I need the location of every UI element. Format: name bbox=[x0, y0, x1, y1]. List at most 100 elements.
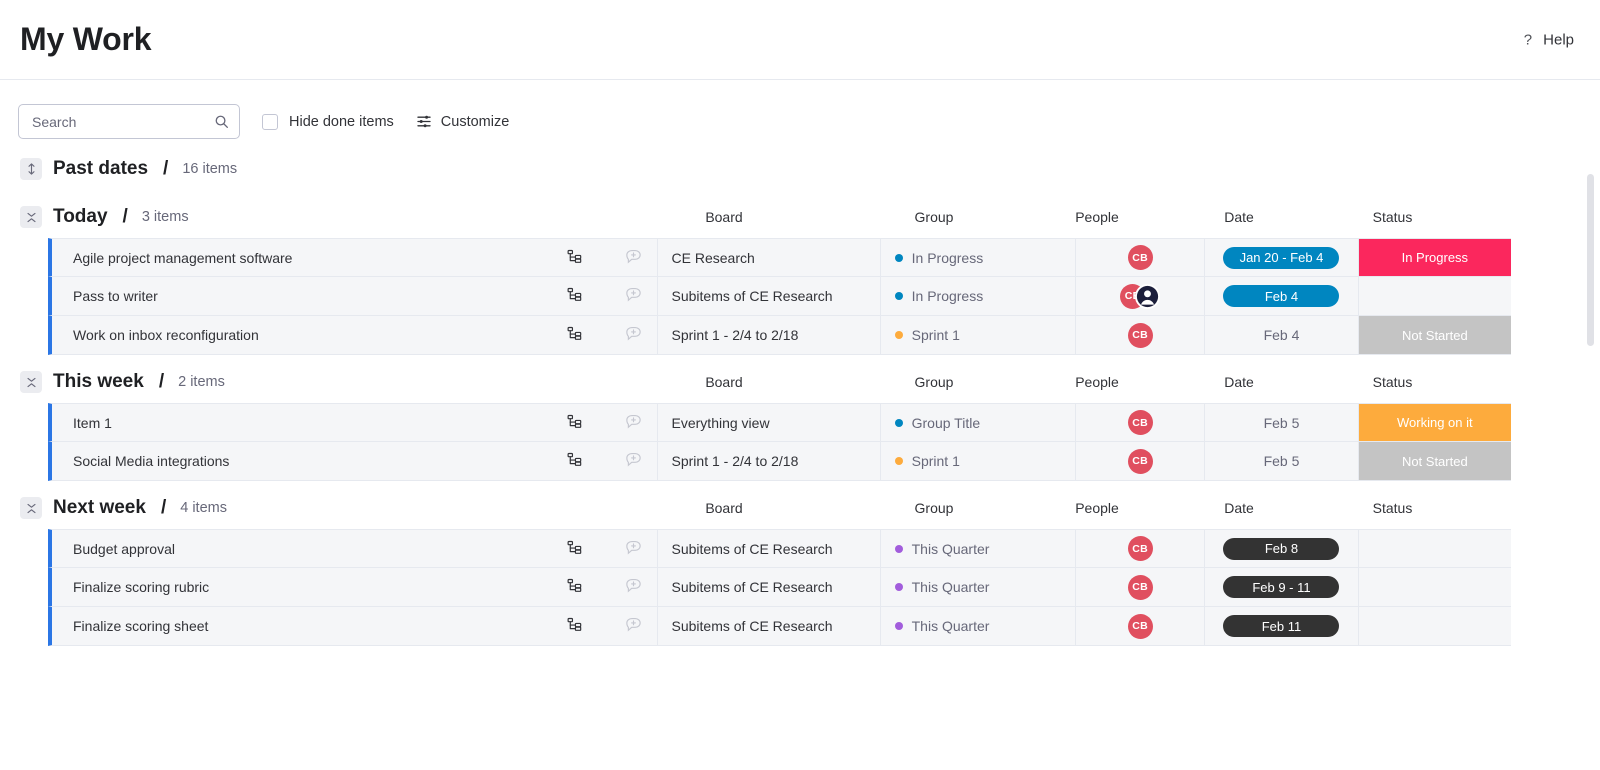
column-header-status[interactable]: Status bbox=[1316, 374, 1469, 390]
cell-board[interactable]: Subitems of CE Research bbox=[657, 277, 881, 315]
cell-status[interactable] bbox=[1358, 607, 1511, 645]
cell-item-name[interactable]: Pass to writer bbox=[52, 277, 658, 315]
cell-date[interactable]: Jan 20 - Feb 4 bbox=[1205, 239, 1359, 276]
cell-people[interactable]: CB bbox=[1075, 239, 1206, 276]
subitems-icon[interactable] bbox=[567, 287, 582, 305]
subitems-icon[interactable] bbox=[567, 249, 582, 267]
cell-status[interactable]: In Progress bbox=[1358, 239, 1511, 276]
cell-item-name[interactable]: Social Media integrations bbox=[52, 442, 658, 480]
table-row[interactable]: Social Media integrations Sprint 1 - 2/4… bbox=[48, 442, 1511, 481]
table-row[interactable]: Item 1 Everything view Group Title CB Feb 5… bbox=[48, 403, 1511, 442]
subitems-icon[interactable] bbox=[567, 326, 582, 344]
column-header-board[interactable]: Board bbox=[612, 374, 836, 390]
column-header-board[interactable]: Board bbox=[612, 209, 836, 225]
subitems-icon[interactable] bbox=[567, 540, 582, 558]
hide-done-items-toggle[interactable]: Hide done items bbox=[262, 113, 394, 130]
cell-status[interactable]: Working on it bbox=[1358, 404, 1511, 441]
table-row[interactable]: Pass to writer Subitems of CE Research In… bbox=[48, 277, 1511, 316]
cell-group[interactable]: Group Title bbox=[880, 404, 1076, 441]
subitems-icon[interactable] bbox=[567, 578, 582, 596]
add-comment-icon[interactable] bbox=[624, 538, 643, 560]
cell-item-name[interactable]: Agile project management software bbox=[52, 239, 658, 276]
add-comment-icon[interactable] bbox=[624, 576, 643, 598]
column-header-status[interactable]: Status bbox=[1316, 500, 1469, 516]
avatar[interactable]: CB bbox=[1127, 536, 1153, 561]
column-header-date[interactable]: Date bbox=[1162, 209, 1316, 225]
cell-status[interactable] bbox=[1358, 277, 1511, 315]
table-row[interactable]: Budget approval Subitems of CE Research T… bbox=[48, 529, 1511, 568]
cell-status[interactable]: Not Started bbox=[1358, 316, 1511, 354]
add-comment-icon[interactable] bbox=[624, 324, 643, 346]
cell-status[interactable] bbox=[1358, 568, 1511, 606]
cell-status[interactable] bbox=[1358, 530, 1511, 567]
cell-item-name[interactable]: Budget approval bbox=[52, 530, 658, 567]
cell-status[interactable]: Not Started bbox=[1358, 442, 1511, 480]
column-header-status[interactable]: Status bbox=[1316, 209, 1469, 225]
column-header-group[interactable]: Group bbox=[836, 500, 1032, 516]
avatar[interactable]: CB bbox=[1127, 245, 1153, 270]
cell-date[interactable]: Feb 9 - 11 bbox=[1205, 568, 1359, 606]
cell-date[interactable]: Feb 8 bbox=[1205, 530, 1359, 567]
cell-people[interactable]: CB bbox=[1075, 530, 1206, 567]
collapse-vertical-icon[interactable] bbox=[20, 371, 42, 393]
cell-board[interactable]: Everything view bbox=[657, 404, 881, 441]
table-row[interactable]: Finalize scoring rubric Subitems of CE R… bbox=[48, 568, 1511, 607]
help-button[interactable]: ? Help bbox=[1524, 31, 1574, 48]
column-header-board[interactable]: Board bbox=[612, 500, 836, 516]
subitems-icon[interactable] bbox=[567, 452, 582, 470]
cell-group[interactable]: This Quarter bbox=[880, 530, 1076, 567]
cell-board[interactable]: Sprint 1 - 2/4 to 2/18 bbox=[657, 316, 881, 354]
avatar-person-icon[interactable] bbox=[1135, 283, 1161, 309]
cell-group[interactable]: This Quarter bbox=[880, 568, 1076, 606]
avatar[interactable]: CB bbox=[1127, 613, 1153, 639]
column-header-people[interactable]: People bbox=[1032, 374, 1162, 390]
cell-group[interactable]: Sprint 1 bbox=[880, 442, 1076, 480]
table-row[interactable]: Agile project management software CE Res… bbox=[48, 238, 1511, 277]
cell-group[interactable]: Sprint 1 bbox=[880, 316, 1076, 354]
search-box[interactable] bbox=[18, 104, 240, 139]
cell-item-name[interactable]: Finalize scoring sheet bbox=[52, 607, 658, 645]
cell-date[interactable]: Feb 5 bbox=[1205, 442, 1359, 480]
avatar[interactable]: CB bbox=[1127, 448, 1153, 474]
cell-group[interactable]: This Quarter bbox=[880, 607, 1076, 645]
add-comment-icon[interactable] bbox=[624, 615, 643, 637]
vertical-scrollbar-thumb[interactable] bbox=[1587, 174, 1594, 346]
column-header-date[interactable]: Date bbox=[1162, 374, 1316, 390]
column-header-date[interactable]: Date bbox=[1162, 500, 1316, 516]
cell-people[interactable]: CB bbox=[1075, 316, 1206, 354]
search-input[interactable] bbox=[32, 113, 214, 130]
cell-people[interactable]: CB bbox=[1075, 607, 1206, 645]
table-row[interactable]: Finalize scoring sheet Subitems of CE Re… bbox=[48, 607, 1511, 646]
cell-board[interactable]: Subitems of CE Research bbox=[657, 530, 881, 567]
column-header-group[interactable]: Group bbox=[836, 374, 1032, 390]
cell-item-name[interactable]: Finalize scoring rubric bbox=[52, 568, 658, 606]
cell-people[interactable]: CB bbox=[1075, 404, 1206, 441]
customize-button[interactable]: Customize bbox=[416, 114, 509, 130]
cell-people[interactable]: CB bbox=[1075, 277, 1206, 315]
cell-group[interactable]: In Progress bbox=[880, 239, 1076, 276]
add-comment-icon[interactable] bbox=[624, 285, 643, 307]
cell-date[interactable]: Feb 11 bbox=[1205, 607, 1359, 645]
avatar[interactable]: CB bbox=[1127, 410, 1153, 435]
cell-people[interactable]: CB bbox=[1075, 568, 1206, 606]
collapse-vertical-icon[interactable] bbox=[20, 206, 42, 228]
cell-board[interactable]: CE Research bbox=[657, 239, 881, 276]
column-header-people[interactable]: People bbox=[1032, 500, 1162, 516]
add-comment-icon[interactable] bbox=[624, 247, 643, 269]
cell-board[interactable]: Subitems of CE Research bbox=[657, 607, 881, 645]
add-comment-icon[interactable] bbox=[624, 412, 643, 434]
avatar[interactable]: CB bbox=[1127, 574, 1153, 600]
cell-board[interactable]: Sprint 1 - 2/4 to 2/18 bbox=[657, 442, 881, 480]
cell-date[interactable]: Feb 4 bbox=[1205, 316, 1359, 354]
cell-date[interactable]: Feb 4 bbox=[1205, 277, 1359, 315]
avatar[interactable]: CB bbox=[1127, 322, 1153, 348]
column-header-group[interactable]: Group bbox=[836, 209, 1032, 225]
subitems-icon[interactable] bbox=[567, 617, 582, 635]
cell-group[interactable]: In Progress bbox=[880, 277, 1076, 315]
subitems-icon[interactable] bbox=[567, 414, 582, 432]
hide-done-checkbox[interactable] bbox=[262, 113, 278, 130]
cell-people[interactable]: CB bbox=[1075, 442, 1206, 480]
table-row[interactable]: Work on inbox reconfiguration Sprint 1 -… bbox=[48, 316, 1511, 355]
cell-board[interactable]: Subitems of CE Research bbox=[657, 568, 881, 606]
expand-vertical-icon[interactable] bbox=[20, 158, 42, 180]
